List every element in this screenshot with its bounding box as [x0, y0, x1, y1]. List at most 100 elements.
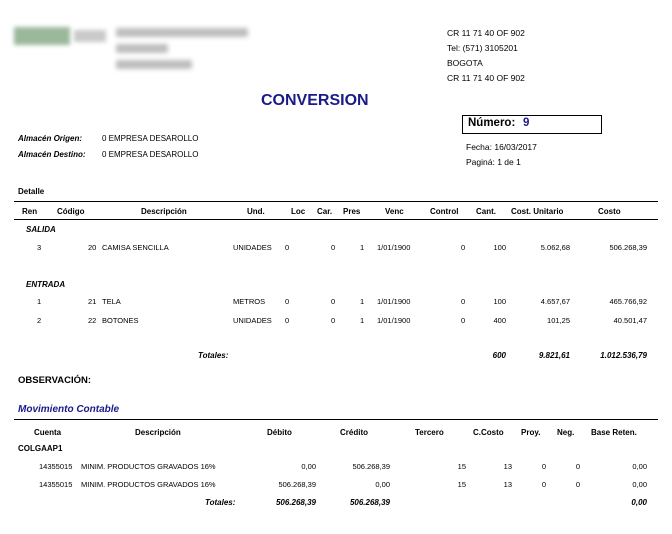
mov-header-base-reten: Base Reten. — [591, 428, 637, 437]
detalle-top-rule — [14, 201, 658, 202]
cell-loc: 0 — [285, 243, 290, 252]
detalle-header-car: Car. — [317, 207, 333, 216]
mov-header-neg: Neg. — [557, 428, 575, 437]
almacen-origen-label: Almacén Origen: — [18, 134, 83, 143]
cell-car: 0 — [331, 243, 336, 252]
mov-total-credito: 506.268,39 — [349, 498, 390, 507]
cell-cant: 400 — [493, 316, 506, 325]
company-address-line-2: CR 11 71 40 OF 902 — [447, 73, 525, 83]
cell-debito: 0,00 — [301, 462, 316, 471]
cell-base-reten: 0,00 — [632, 462, 647, 471]
cell-base-reten: 0,00 — [632, 480, 647, 489]
cell-venc: 1/01/1900 — [377, 243, 411, 252]
company-logo — [14, 24, 106, 50]
fecha: Fecha: 16/03/2017 — [466, 142, 537, 152]
mov-total-debito: 506.268,39 — [275, 498, 316, 507]
cell-ren: 2 — [37, 316, 42, 325]
detalle-total-cant: 600 — [492, 351, 506, 360]
cell-descripcion: CAMISA SENCILLA — [102, 243, 169, 252]
detalle-header-cost-unitario: Cost. Unitario — [511, 207, 564, 216]
detalle-header-control: Control — [430, 207, 459, 216]
company-phone: Tel: (571) 3105201 — [447, 43, 518, 53]
cell-loc: 0 — [285, 316, 290, 325]
mov-header-descripcion: Descripción — [135, 428, 181, 437]
cell-control: 0 — [461, 297, 466, 306]
cell-neg: 0 — [575, 480, 580, 489]
movimiento-top-rule — [14, 419, 658, 420]
cell-costo: 465.766,92 — [609, 297, 647, 306]
cell-car: 0 — [331, 297, 336, 306]
almacen-origen-value: 0 EMPRESA DESAROLLO — [102, 134, 199, 143]
mov-total-base-reten: 0,00 — [631, 498, 647, 507]
cell-codigo: 21 — [88, 297, 97, 306]
detalle-header-loc: Loc — [291, 207, 306, 216]
cell-pres: 1 — [360, 243, 365, 252]
mov-header-tercero: Tercero — [415, 428, 444, 437]
detalle-header-venc: Venc — [385, 207, 404, 216]
cell-costo: 40.501,47 — [613, 316, 647, 325]
cell-tercero: 15 — [457, 462, 466, 471]
cell-und: METROS — [233, 297, 266, 306]
almacen-destino-value: 0 EMPRESA DESAROLLO — [102, 150, 199, 159]
detalle-header-pres: Pres — [343, 207, 361, 216]
cell-cuenta: 14355015 — [39, 462, 73, 471]
section-salida: SALIDA — [26, 225, 56, 234]
numero-value: 9 — [523, 117, 530, 129]
cell-cant: 100 — [493, 297, 506, 306]
cell-und: UNIDADES — [233, 243, 272, 252]
company-name-redacted — [116, 28, 248, 37]
mov-header-credito: Crédito — [340, 428, 368, 437]
cell-cost-unitario: 5.062,68 — [540, 243, 570, 252]
cell-descripcion: MINIM. PRODUCTOS GRAVADOS 16% — [81, 462, 216, 471]
cell-codigo: 20 — [88, 243, 97, 252]
cell-tercero: 15 — [457, 480, 466, 489]
cell-venc: 1/01/1900 — [377, 297, 411, 306]
company-nit-redacted — [116, 44, 168, 53]
cell-ren: 3 — [37, 243, 42, 252]
detalle-header-cant: Cant. — [476, 207, 496, 216]
detalle-header-descripcion: Descripción — [141, 207, 187, 216]
mov-group-label: COLGAAP1 — [18, 444, 63, 453]
mov-header-debito: Débito — [267, 428, 292, 437]
detalle-total-costo: 1.012.536,79 — [600, 351, 647, 360]
detalle-header-codigo: Código — [57, 207, 85, 216]
mov-header-proy: Proy. — [521, 428, 541, 437]
cell-und: UNIDADES — [233, 316, 272, 325]
mov-header-ccosto: C.Costo — [473, 428, 504, 437]
cell-ccosto: 13 — [503, 480, 512, 489]
detalle-totales-label: Totales: — [198, 351, 229, 360]
cell-debito: 506.268,39 — [278, 480, 316, 489]
cell-ccosto: 13 — [503, 462, 512, 471]
detalle-label: Detalle — [18, 187, 45, 196]
cell-descripcion: BOTONES — [102, 316, 139, 325]
numero-label: Número: — [468, 117, 516, 129]
cell-control: 0 — [461, 316, 466, 325]
almacen-destino-label: Almacén Destino: — [18, 150, 86, 159]
cell-neg: 0 — [575, 462, 580, 471]
detalle-header-ren: Ren — [22, 207, 38, 216]
pagina: Paginá: 1 de 1 — [466, 157, 521, 167]
movimiento-title: Movimiento Contable — [18, 404, 120, 415]
cell-codigo: 22 — [88, 316, 97, 325]
cell-car: 0 — [331, 316, 336, 325]
cell-pres: 1 — [360, 297, 365, 306]
cell-descripcion: TELA — [102, 297, 121, 306]
section-entrada: ENTRADA — [26, 280, 66, 289]
detalle-header-costo: Costo — [598, 207, 621, 216]
cell-cost-unitario: 4.657,67 — [540, 297, 570, 306]
cell-control: 0 — [461, 243, 466, 252]
company-address: CR 11 71 40 OF 902 Tel: (571) 3105201 BO… — [447, 26, 525, 86]
cell-proy: 0 — [541, 480, 546, 489]
cell-loc: 0 — [285, 297, 290, 306]
cell-descripcion: MINIM. PRODUCTOS GRAVADOS 16% — [81, 480, 216, 489]
numero-box: Número: 9 — [462, 115, 602, 134]
detalle-total-unitario: 9.821,61 — [538, 351, 570, 360]
cell-pres: 1 — [360, 316, 365, 325]
detalle-header-und: Und. — [247, 207, 265, 216]
cell-ren: 1 — [37, 297, 42, 306]
cell-cant: 100 — [493, 243, 506, 252]
company-info-redacted — [116, 60, 192, 69]
observacion-label: OBSERVACIÓN: — [18, 375, 92, 386]
company-address-line: CR 11 71 40 OF 902 — [447, 28, 525, 38]
cell-credito: 0,00 — [375, 480, 390, 489]
